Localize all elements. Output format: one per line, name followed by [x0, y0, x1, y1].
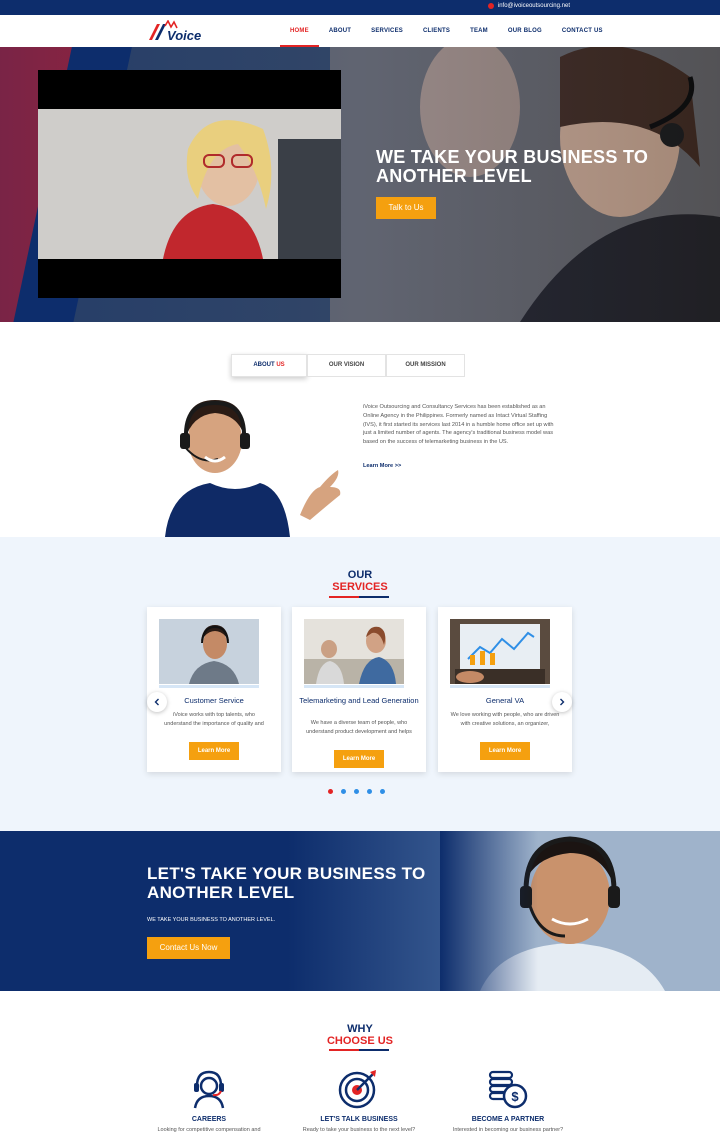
talk-to-us-button[interactable]: Talk to Us	[376, 197, 436, 219]
site-header: Voice HOME ABOUT SERVICES CLIENTS TEAM O…	[0, 15, 720, 47]
carousel-next-button[interactable]	[552, 692, 572, 712]
about-description: iVoice Outsourcing and Consultancy Servi…	[363, 404, 554, 446]
carousel-dot-3[interactable]	[354, 789, 359, 794]
service-card-telemarketing: Telemarketing and Lead Generation We hav…	[292, 607, 426, 772]
feature-careers[interactable]: CAREERS Looking for competitive compensa…	[134, 1066, 284, 1133]
feature-title: LET'S TALK BUSINESS	[320, 1116, 398, 1123]
feature-description: Interested in becoming our business part…	[452, 1127, 564, 1133]
service-description: We love working with people, who are dri…	[450, 712, 560, 728]
intro-video-player[interactable]	[38, 70, 341, 298]
services-heading: OUR SERVICES	[0, 569, 720, 593]
services-heading-underline	[329, 596, 389, 598]
service-card-general-va: General VA We love working with people, …	[438, 607, 572, 772]
nav-clients[interactable]: CLIENTS	[413, 15, 460, 47]
cta-subtitle: WE TAKE YOUR BUSINESS TO ANOTHER LEVEL.	[147, 917, 276, 923]
svg-text:$: $	[511, 1089, 519, 1104]
feature-title: CAREERS	[191, 1116, 227, 1123]
services-heading-line2: SERVICES	[332, 581, 388, 593]
feature-title: BECOME A PARTNER	[471, 1116, 545, 1123]
services-heading-line1: OUR	[347, 569, 373, 581]
about-tabs: ABOUT US OUR VISION OUR MISSION	[231, 354, 465, 377]
chevron-left-icon	[154, 698, 159, 706]
cta-banner: LET'S TAKE YOUR BUSINESS TO ANOTHER LEVE…	[0, 831, 720, 991]
nav-blog[interactable]: OUR BLOG	[498, 15, 552, 47]
why-heading: WHY CHOOSE US	[0, 1023, 720, 1047]
feature-description: Ready to take your business to the next …	[302, 1127, 416, 1133]
general-va-image	[450, 619, 550, 684]
nav-team[interactable]: TEAM	[460, 15, 498, 47]
feature-become-partner[interactable]: $ BECOME A PARTNER Interested in becomin…	[433, 1066, 583, 1133]
svg-text:Voice: Voice	[167, 28, 201, 42]
carousel-prev-button[interactable]	[147, 692, 167, 712]
service-title: Telemarketing and Lead Generation	[299, 696, 419, 705]
feature-lets-talk-business[interactable]: LET'S TALK BUSINESS Ready to take your b…	[284, 1066, 434, 1133]
card-divider	[159, 685, 259, 688]
cta-title: LET'S TAKE YOUR BUSINESS TO ANOTHER LEVE…	[147, 864, 426, 902]
service-learn-more-button[interactable]: Learn More	[334, 750, 384, 768]
nav-services[interactable]: SERVICES	[361, 15, 413, 47]
service-title: Customer Service	[184, 696, 244, 705]
tab-about-label-a: ABOUT	[253, 362, 275, 368]
why-heading-underline	[329, 1049, 389, 1051]
service-description: We have a diverse team of people, who un…	[306, 720, 412, 736]
tab-about-us[interactable]: ABOUT US	[231, 354, 307, 377]
main-nav: HOME ABOUT SERVICES CLIENTS TEAM OUR BLO…	[280, 15, 613, 47]
card-divider	[450, 685, 550, 688]
video-frame	[38, 109, 341, 259]
service-card-customer-service: Customer Service iVoice works with top t…	[147, 607, 281, 772]
tab-about-label-b: US	[276, 362, 285, 368]
tab-our-mission[interactable]: OUR MISSION	[386, 354, 465, 377]
video-still-image	[38, 109, 341, 259]
contact-email[interactable]: info@ivoiceoutsourcing.net	[487, 3, 570, 9]
nav-home[interactable]: HOME	[280, 15, 319, 47]
carousel-dots	[328, 789, 385, 794]
telemarketing-image	[304, 619, 404, 684]
contact-us-now-button[interactable]: Contact Us Now	[147, 937, 230, 959]
about-learn-more-link[interactable]: Learn More >>	[363, 463, 401, 469]
mail-icon	[487, 3, 494, 9]
nav-contact[interactable]: CONTACT US	[552, 15, 613, 47]
email-text[interactable]: info@ivoiceoutsourcing.net	[498, 3, 570, 9]
service-learn-more-button[interactable]: Learn More	[189, 742, 239, 760]
carousel-dot-4[interactable]	[367, 789, 372, 794]
card-divider	[304, 685, 404, 688]
headset-agent-icon	[193, 1070, 225, 1109]
service-description: iVoice works with top talents, who under…	[164, 712, 264, 728]
cta-agent-photo	[440, 831, 720, 991]
top-bar: info@ivoiceoutsourcing.net	[0, 0, 720, 15]
chevron-right-icon	[560, 698, 565, 706]
target-icon	[338, 1070, 376, 1109]
tab-our-vision[interactable]: OUR VISION	[307, 354, 386, 377]
feature-description: Looking for competitive compensation and	[157, 1127, 261, 1133]
hero-section: WE TAKE YOUR BUSINESS TO ANOTHER LEVEL T…	[0, 47, 720, 322]
carousel-dot-5[interactable]	[380, 789, 385, 794]
ivoice-logo[interactable]: Voice	[147, 20, 227, 42]
coins-icon: $	[488, 1070, 528, 1109]
service-learn-more-button[interactable]: Learn More	[480, 742, 530, 760]
service-title: General VA	[485, 696, 525, 705]
nav-about[interactable]: ABOUT	[319, 15, 361, 47]
why-heading-line2: CHOOSE US	[326, 1035, 393, 1047]
about-agent-photo	[165, 400, 341, 537]
why-heading-line1: WHY	[347, 1023, 373, 1035]
hero-title: WE TAKE YOUR BUSINESS TO ANOTHER LEVEL	[376, 147, 649, 186]
carousel-dot-1[interactable]	[328, 789, 333, 794]
customer-service-image	[159, 619, 259, 684]
services-section: OUR SERVICES Customer Service iVoice wor…	[0, 537, 720, 831]
carousel-dot-2[interactable]	[341, 789, 346, 794]
